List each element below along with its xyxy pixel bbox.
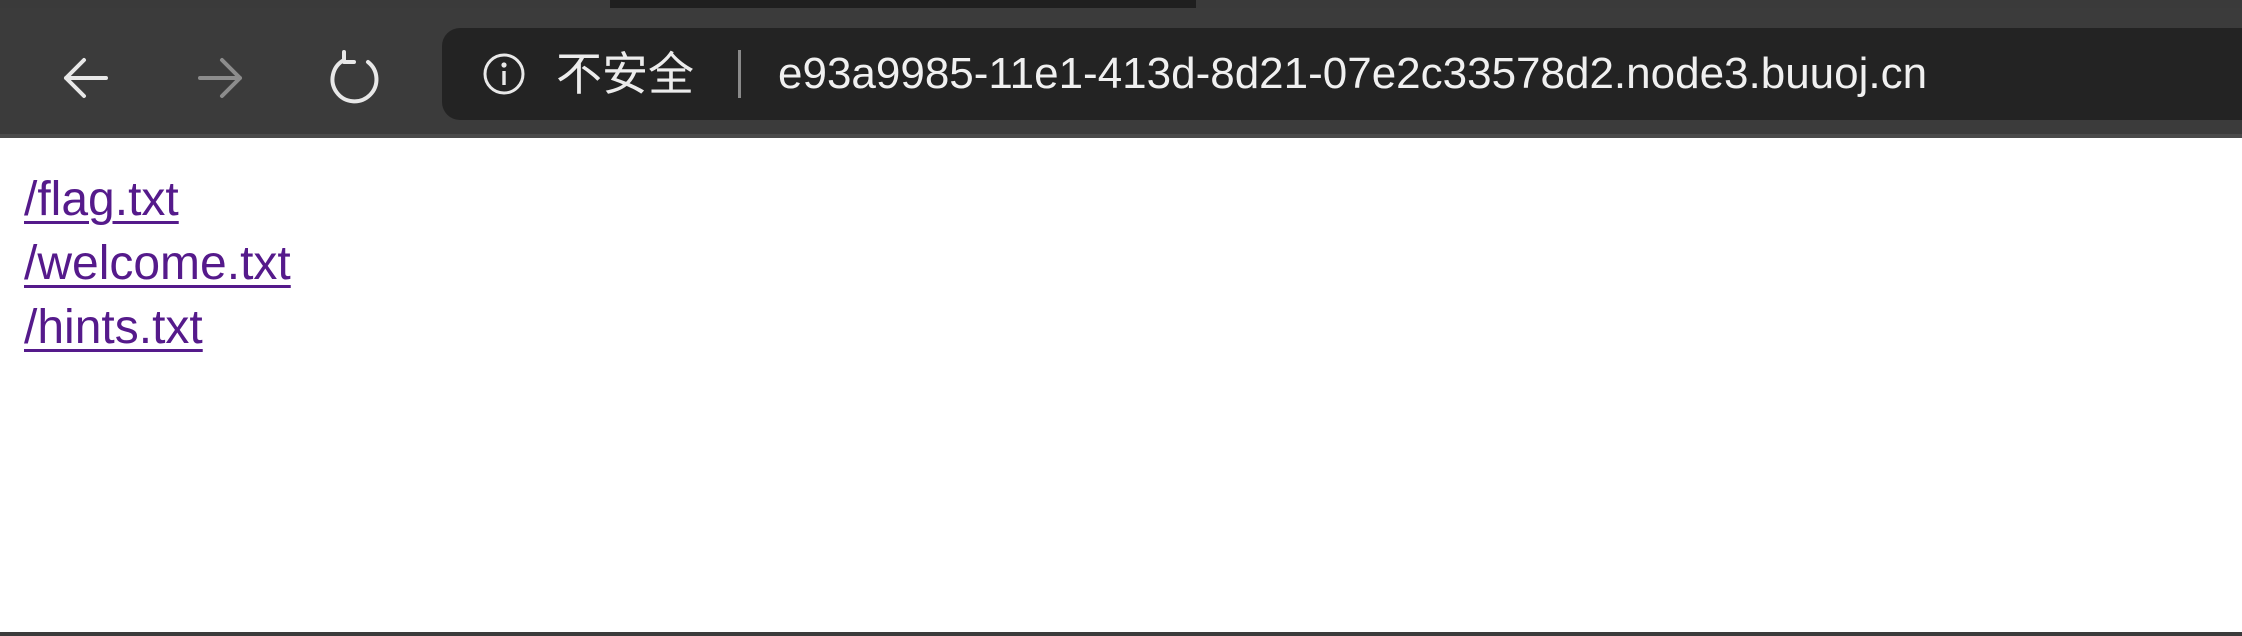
reload-icon (330, 50, 379, 104)
url-text[interactable]: e93a9985-11e1-413d-8d21-07e2c33578d2.nod… (778, 42, 1927, 106)
arrow-left-icon (64, 58, 108, 98)
window-bottom-border (0, 632, 2242, 636)
page-content: /flag.txt /welcome.txt /hints.txt (0, 138, 2242, 632)
file-link-list: /flag.txt /welcome.txt /hints.txt (24, 168, 291, 360)
tab-inactive[interactable] (1196, 0, 2242, 8)
security-status-label[interactable]: 不安全 (556, 42, 694, 106)
flag-txt-link[interactable]: /flag.txt (24, 173, 179, 226)
list-item: /flag.txt (24, 168, 291, 232)
hints-txt-link[interactable]: /hints.txt (24, 301, 203, 354)
welcome-txt-link[interactable]: /welcome.txt (24, 237, 291, 290)
reload-button[interactable] (314, 38, 394, 118)
list-item: /hints.txt (24, 296, 291, 360)
arrow-right-icon (198, 58, 242, 98)
tab-strip (0, 0, 2242, 8)
info-icon[interactable] (482, 52, 526, 96)
address-bar[interactable]: 不安全 e93a9985-11e1-413d-8d21-07e2c33578d2… (442, 28, 2242, 120)
browser-toolbar: 不安全 e93a9985-11e1-413d-8d21-07e2c33578d2… (0, 8, 2242, 138)
back-button[interactable] (46, 38, 126, 118)
forward-button[interactable] (180, 38, 260, 118)
list-item: /welcome.txt (24, 232, 291, 296)
tab-active[interactable] (0, 0, 610, 8)
address-bar-divider (738, 50, 741, 98)
